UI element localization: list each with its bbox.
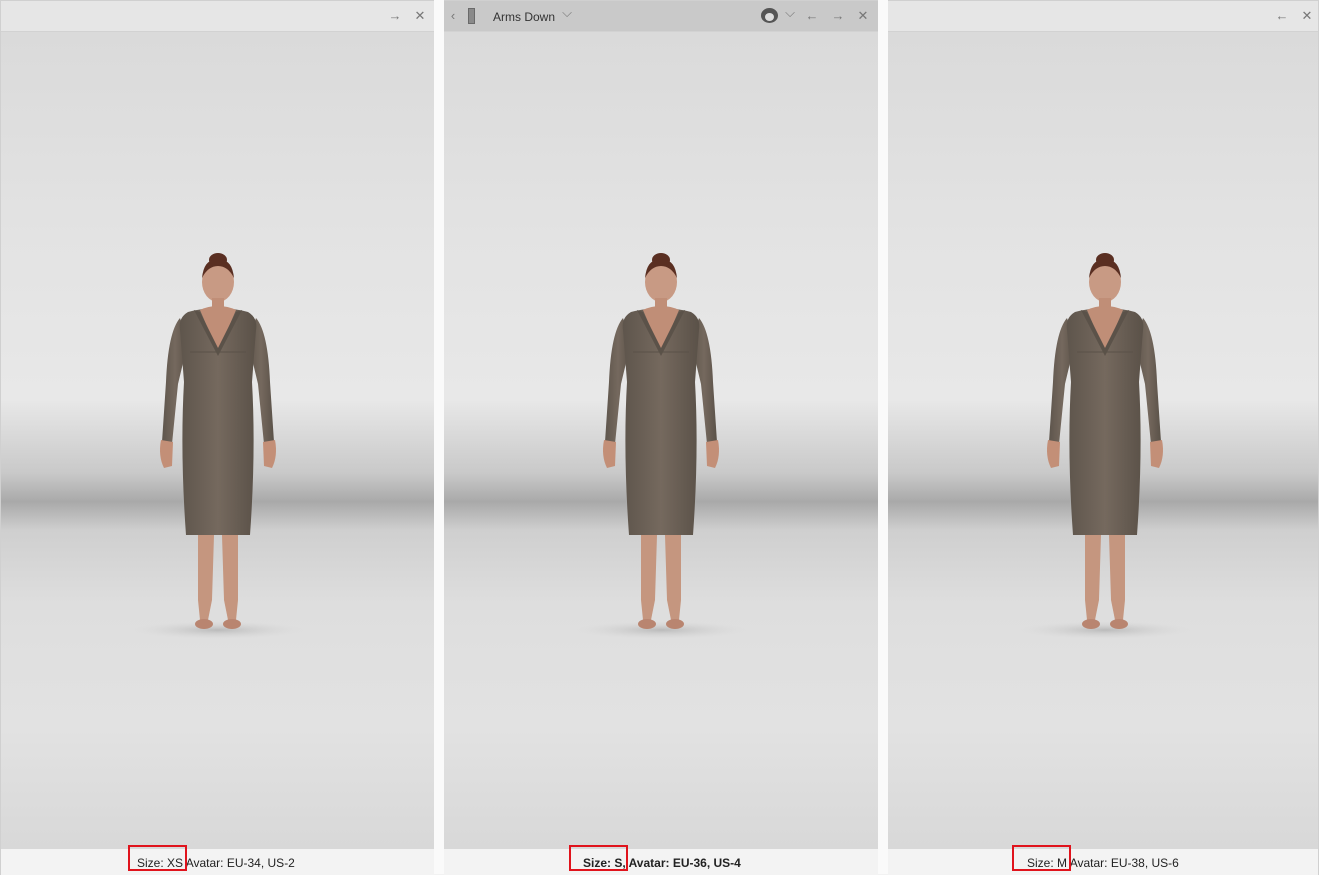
avatar-panel-m: ← ✕ Size: M Avatar: EU-38, US-6 <box>888 0 1319 875</box>
3d-viewport[interactable] <box>1 32 435 849</box>
arrow-left-icon[interactable]: ← <box>1273 7 1291 25</box>
close-icon[interactable]: ✕ <box>854 7 872 25</box>
highlight-box <box>569 845 628 871</box>
avatar-label: Avatar: EU-36, US-4 <box>625 856 741 870</box>
close-icon[interactable]: ✕ <box>1298 7 1316 25</box>
chevron-left-icon[interactable]: ‹ <box>444 7 462 25</box>
3d-viewport[interactable] <box>888 32 1318 849</box>
3d-viewport[interactable] <box>444 32 878 849</box>
avatar-label: Avatar: EU-34, US-2 <box>183 856 295 870</box>
avatar-label: Avatar: EU-38, US-6 <box>1067 856 1179 870</box>
panel-toolbar: ‹ Arms Down ⌵ ⌵ ← → ✕ <box>444 1 878 32</box>
highlight-box <box>128 845 187 871</box>
panel-footer: Size: M Avatar: EU-38, US-6 <box>888 845 1318 875</box>
avatar-figure <box>128 252 308 642</box>
panel-footer: Size: S, Avatar: EU-36, US-4 <box>444 845 878 875</box>
arrow-left-icon[interactable]: ← <box>803 7 821 25</box>
avatar-face-icon[interactable] <box>761 8 778 23</box>
panel-divider[interactable] <box>878 0 888 874</box>
ruler-icon[interactable] <box>468 8 475 24</box>
arrow-right-icon[interactable]: → <box>386 7 404 25</box>
panel-divider[interactable] <box>434 0 444 874</box>
close-icon[interactable]: ✕ <box>411 7 429 25</box>
avatar-panel-s: ‹ Arms Down ⌵ ⌵ ← → ✕ Size: S, Avatar: E… <box>444 0 878 875</box>
pose-dropdown[interactable]: Arms Down <box>493 10 555 24</box>
avatar-figure <box>1015 252 1195 642</box>
avatar-figure <box>571 252 751 642</box>
highlight-box <box>1012 845 1071 871</box>
avatar-panel-xs: → ✕ Size: XS Avatar: EU-34, US-2 <box>0 0 435 875</box>
panel-toolbar: → ✕ <box>1 1 435 32</box>
arrow-right-icon[interactable]: → <box>829 7 847 25</box>
chevron-down-icon[interactable]: ⌵ <box>558 4 576 22</box>
panel-footer: Size: XS Avatar: EU-34, US-2 <box>1 845 435 875</box>
chevron-down-icon[interactable]: ⌵ <box>781 4 799 22</box>
panel-toolbar: ← ✕ <box>888 1 1318 32</box>
